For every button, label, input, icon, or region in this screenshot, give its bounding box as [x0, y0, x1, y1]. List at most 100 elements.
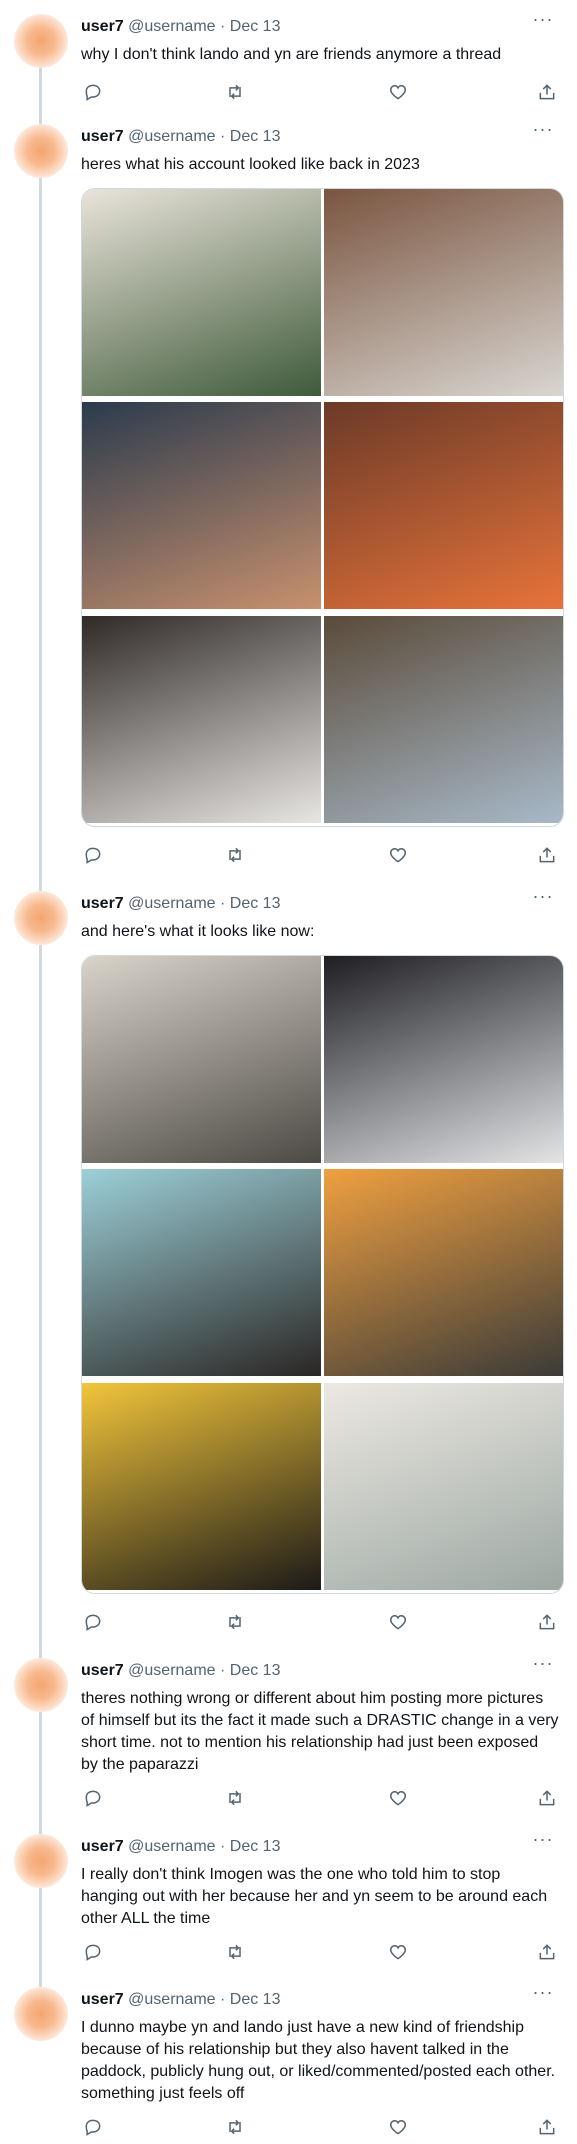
like-icon[interactable] [386, 1610, 410, 1634]
photo[interactable] [324, 1169, 563, 1377]
avatar[interactable] [14, 1834, 68, 1888]
tweet-header: user7 @username · Dec 13 [81, 1836, 280, 1858]
tweet-date[interactable]: Dec 13 [230, 1991, 281, 2008]
reply-icon[interactable] [81, 843, 105, 867]
thread-line [39, 1820, 42, 1834]
photo[interactable] [82, 402, 321, 610]
tweet-date[interactable]: Dec 13 [230, 18, 281, 35]
photo[interactable] [324, 956, 563, 1163]
tweet-actions [81, 2115, 561, 2139]
tweet-text: heres what his account looked like back … [81, 156, 420, 173]
retweet-icon[interactable] [223, 843, 247, 867]
photo[interactable] [82, 189, 321, 396]
thread-line [39, 1712, 42, 1820]
more-icon[interactable]: ··· [531, 1983, 555, 2003]
tweet-actions [81, 1940, 561, 1964]
user-handle[interactable]: @username [128, 1838, 215, 1855]
like-icon[interactable] [386, 80, 410, 104]
tweet-actions [81, 1610, 561, 1634]
photo[interactable] [324, 1382, 563, 1590]
photo-grid [81, 188, 564, 827]
tweet-text: I dunno maybe yn and lando just have a n… [81, 2019, 556, 2102]
tweet-6[interactable]: user7 @username · Dec 13 ··· I dunno may… [0, 1973, 577, 2142]
user-handle[interactable]: @username [128, 895, 215, 912]
tweet-date[interactable]: Dec 13 [230, 895, 281, 912]
thread-line [39, 1644, 42, 1658]
user-name[interactable]: user7 [81, 895, 124, 912]
user-name[interactable]: user7 [81, 18, 124, 35]
more-icon[interactable]: ··· [531, 1654, 555, 1674]
reply-icon[interactable] [81, 80, 105, 104]
user-name[interactable]: user7 [81, 1991, 124, 2008]
retweet-icon[interactable] [223, 1940, 247, 1964]
user-handle[interactable]: @username [128, 1662, 215, 1679]
tweet-2[interactable]: user7 @username · Dec 13 ··· heres what … [0, 110, 577, 877]
user-name[interactable]: user7 [81, 128, 124, 145]
tweet-actions [81, 1786, 561, 1810]
avatar[interactable] [14, 1987, 68, 2041]
thread-line [39, 178, 42, 877]
separator: · [215, 18, 230, 35]
avatar[interactable] [14, 891, 68, 945]
thread-line [39, 1973, 42, 1987]
tweet-1[interactable]: user7 @username · Dec 13 ··· why I don't… [0, 0, 577, 110]
share-icon[interactable] [535, 2115, 559, 2139]
user-handle[interactable]: @username [128, 1991, 215, 2008]
photo[interactable] [324, 189, 563, 396]
reply-icon[interactable] [81, 1610, 105, 1634]
tweet-actions [81, 843, 561, 867]
more-icon[interactable]: ··· [531, 1830, 555, 1850]
thread-line [39, 110, 42, 124]
tweet-header: user7 @username · Dec 13 [81, 893, 280, 915]
user-name[interactable]: user7 [81, 1662, 124, 1679]
reply-icon[interactable] [81, 2115, 105, 2139]
share-icon[interactable] [535, 1610, 559, 1634]
like-icon[interactable] [386, 1786, 410, 1810]
photo[interactable] [82, 615, 321, 823]
photo[interactable] [82, 1382, 321, 1590]
reply-icon[interactable] [81, 1940, 105, 1964]
more-icon[interactable]: ··· [531, 120, 555, 140]
more-icon[interactable]: ··· [531, 887, 555, 907]
share-icon[interactable] [535, 1786, 559, 1810]
user-name[interactable]: user7 [81, 1838, 124, 1855]
like-icon[interactable] [386, 1940, 410, 1964]
tweet-5[interactable]: user7 @username · Dec 13 ··· I really do… [0, 1820, 577, 1973]
tweet-date[interactable]: Dec 13 [230, 1662, 281, 1679]
user-handle[interactable]: @username [128, 18, 215, 35]
thread-line [39, 945, 42, 1644]
separator: · [215, 1991, 230, 2008]
tweet-actions [81, 80, 561, 104]
reply-icon[interactable] [81, 1786, 105, 1810]
separator: · [215, 128, 230, 145]
avatar[interactable] [14, 14, 68, 68]
separator: · [215, 1662, 230, 1679]
thread-line [39, 877, 42, 891]
tweet-date[interactable]: Dec 13 [230, 1838, 281, 1855]
avatar[interactable] [14, 1658, 68, 1712]
user-handle[interactable]: @username [128, 128, 215, 145]
retweet-icon[interactable] [223, 2115, 247, 2139]
share-icon[interactable] [535, 80, 559, 104]
photo[interactable] [324, 402, 563, 610]
tweet-header: user7 @username · Dec 13 [81, 126, 280, 148]
tweet-date[interactable]: Dec 13 [230, 128, 281, 145]
like-icon[interactable] [386, 2115, 410, 2139]
separator: · [215, 895, 230, 912]
photo[interactable] [82, 1169, 321, 1377]
avatar[interactable] [14, 124, 68, 178]
retweet-icon[interactable] [223, 80, 247, 104]
photo[interactable] [324, 615, 563, 823]
share-icon[interactable] [535, 1940, 559, 1964]
tweet-header: user7 @username · Dec 13 [81, 16, 280, 38]
separator: · [215, 1838, 230, 1855]
tweet-text: and here's what it looks like now: [81, 923, 315, 940]
tweet-3[interactable]: user7 @username · Dec 13 ··· and here's … [0, 877, 577, 1644]
like-icon[interactable] [386, 843, 410, 867]
photo[interactable] [82, 956, 321, 1163]
retweet-icon[interactable] [223, 1786, 247, 1810]
share-icon[interactable] [535, 843, 559, 867]
tweet-4[interactable]: user7 @username · Dec 13 ··· theres noth… [0, 1644, 577, 1820]
more-icon[interactable]: ··· [531, 10, 555, 30]
retweet-icon[interactable] [223, 1610, 247, 1634]
